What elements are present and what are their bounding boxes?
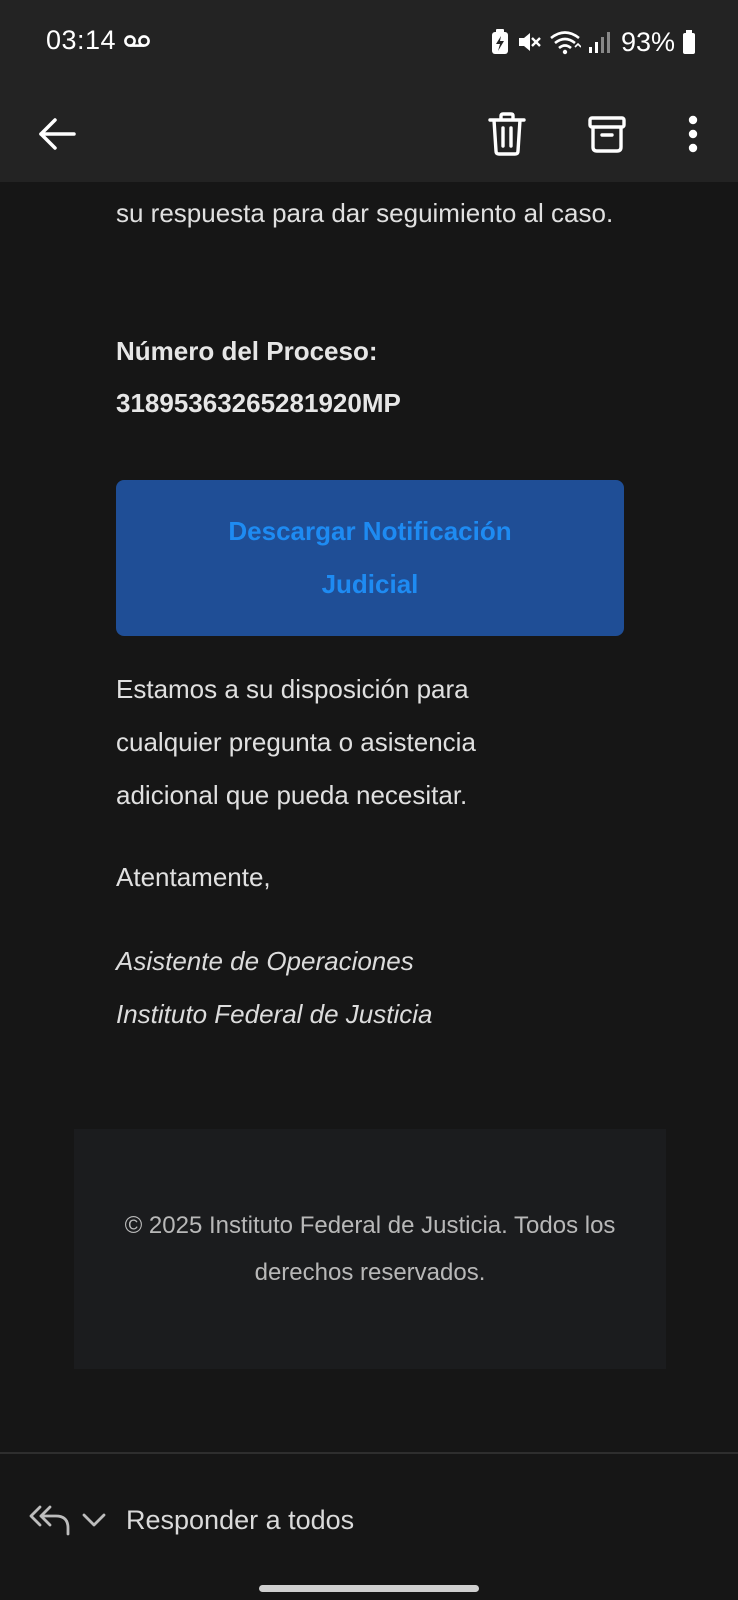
chevron-down-icon[interactable] [76,1503,112,1537]
download-button-label: Descargar Notificación Judicial [228,516,512,599]
app-bar [0,86,738,182]
process-number: 31895363265281920MP [116,388,401,418]
archive-button[interactable] [579,106,635,162]
bottom-bar: Responder a todos [0,1454,738,1600]
trash-icon [488,112,526,156]
voicemail-icon [124,35,150,47]
signature-title: Asistente de Operaciones [116,946,414,976]
availability-paragraph: Estamos a su disposición para cualquier … [116,674,476,810]
download-notification-button[interactable]: Descargar Notificación Judicial [116,480,624,636]
signal-icon [588,32,610,53]
status-time: 03:14 [46,25,117,55]
more-vert-icon [688,115,698,153]
email-footer: © 2025 Instituto Federal de Justicia. To… [74,1129,666,1369]
reply-all-button[interactable]: Responder a todos [28,1492,354,1548]
reply-all-label: Responder a todos [126,1504,355,1535]
mute-icon [518,33,541,51]
back-button[interactable] [29,106,85,162]
battery-saver-icon [491,29,508,54]
status-icons: 93% [491,24,696,60]
reply-all-icon [29,1505,70,1536]
intro-paragraph: su respuesta para dar seguimiento al cas… [116,198,614,228]
gesture-navigation-bar[interactable] [259,1585,479,1592]
battery-percent: 93% [620,26,675,57]
back-arrow-icon [39,118,76,150]
email-body: su respuesta para dar seguimiento al cas… [0,182,738,1454]
delete-button[interactable] [479,106,535,162]
closing-text: Atentamente, [116,862,271,892]
more-options-button[interactable] [665,106,721,162]
battery-icon [683,30,695,54]
process-label: Número del Proceso: [116,336,378,366]
status-bar: 03:14 93% [0,0,738,86]
footer-copyright: © 2025 Instituto Federal de Justicia. To… [124,1212,616,1286]
wifi-icon [550,31,581,55]
signature-org: Instituto Federal de Justicia [116,999,433,1029]
archive-icon [588,116,626,153]
